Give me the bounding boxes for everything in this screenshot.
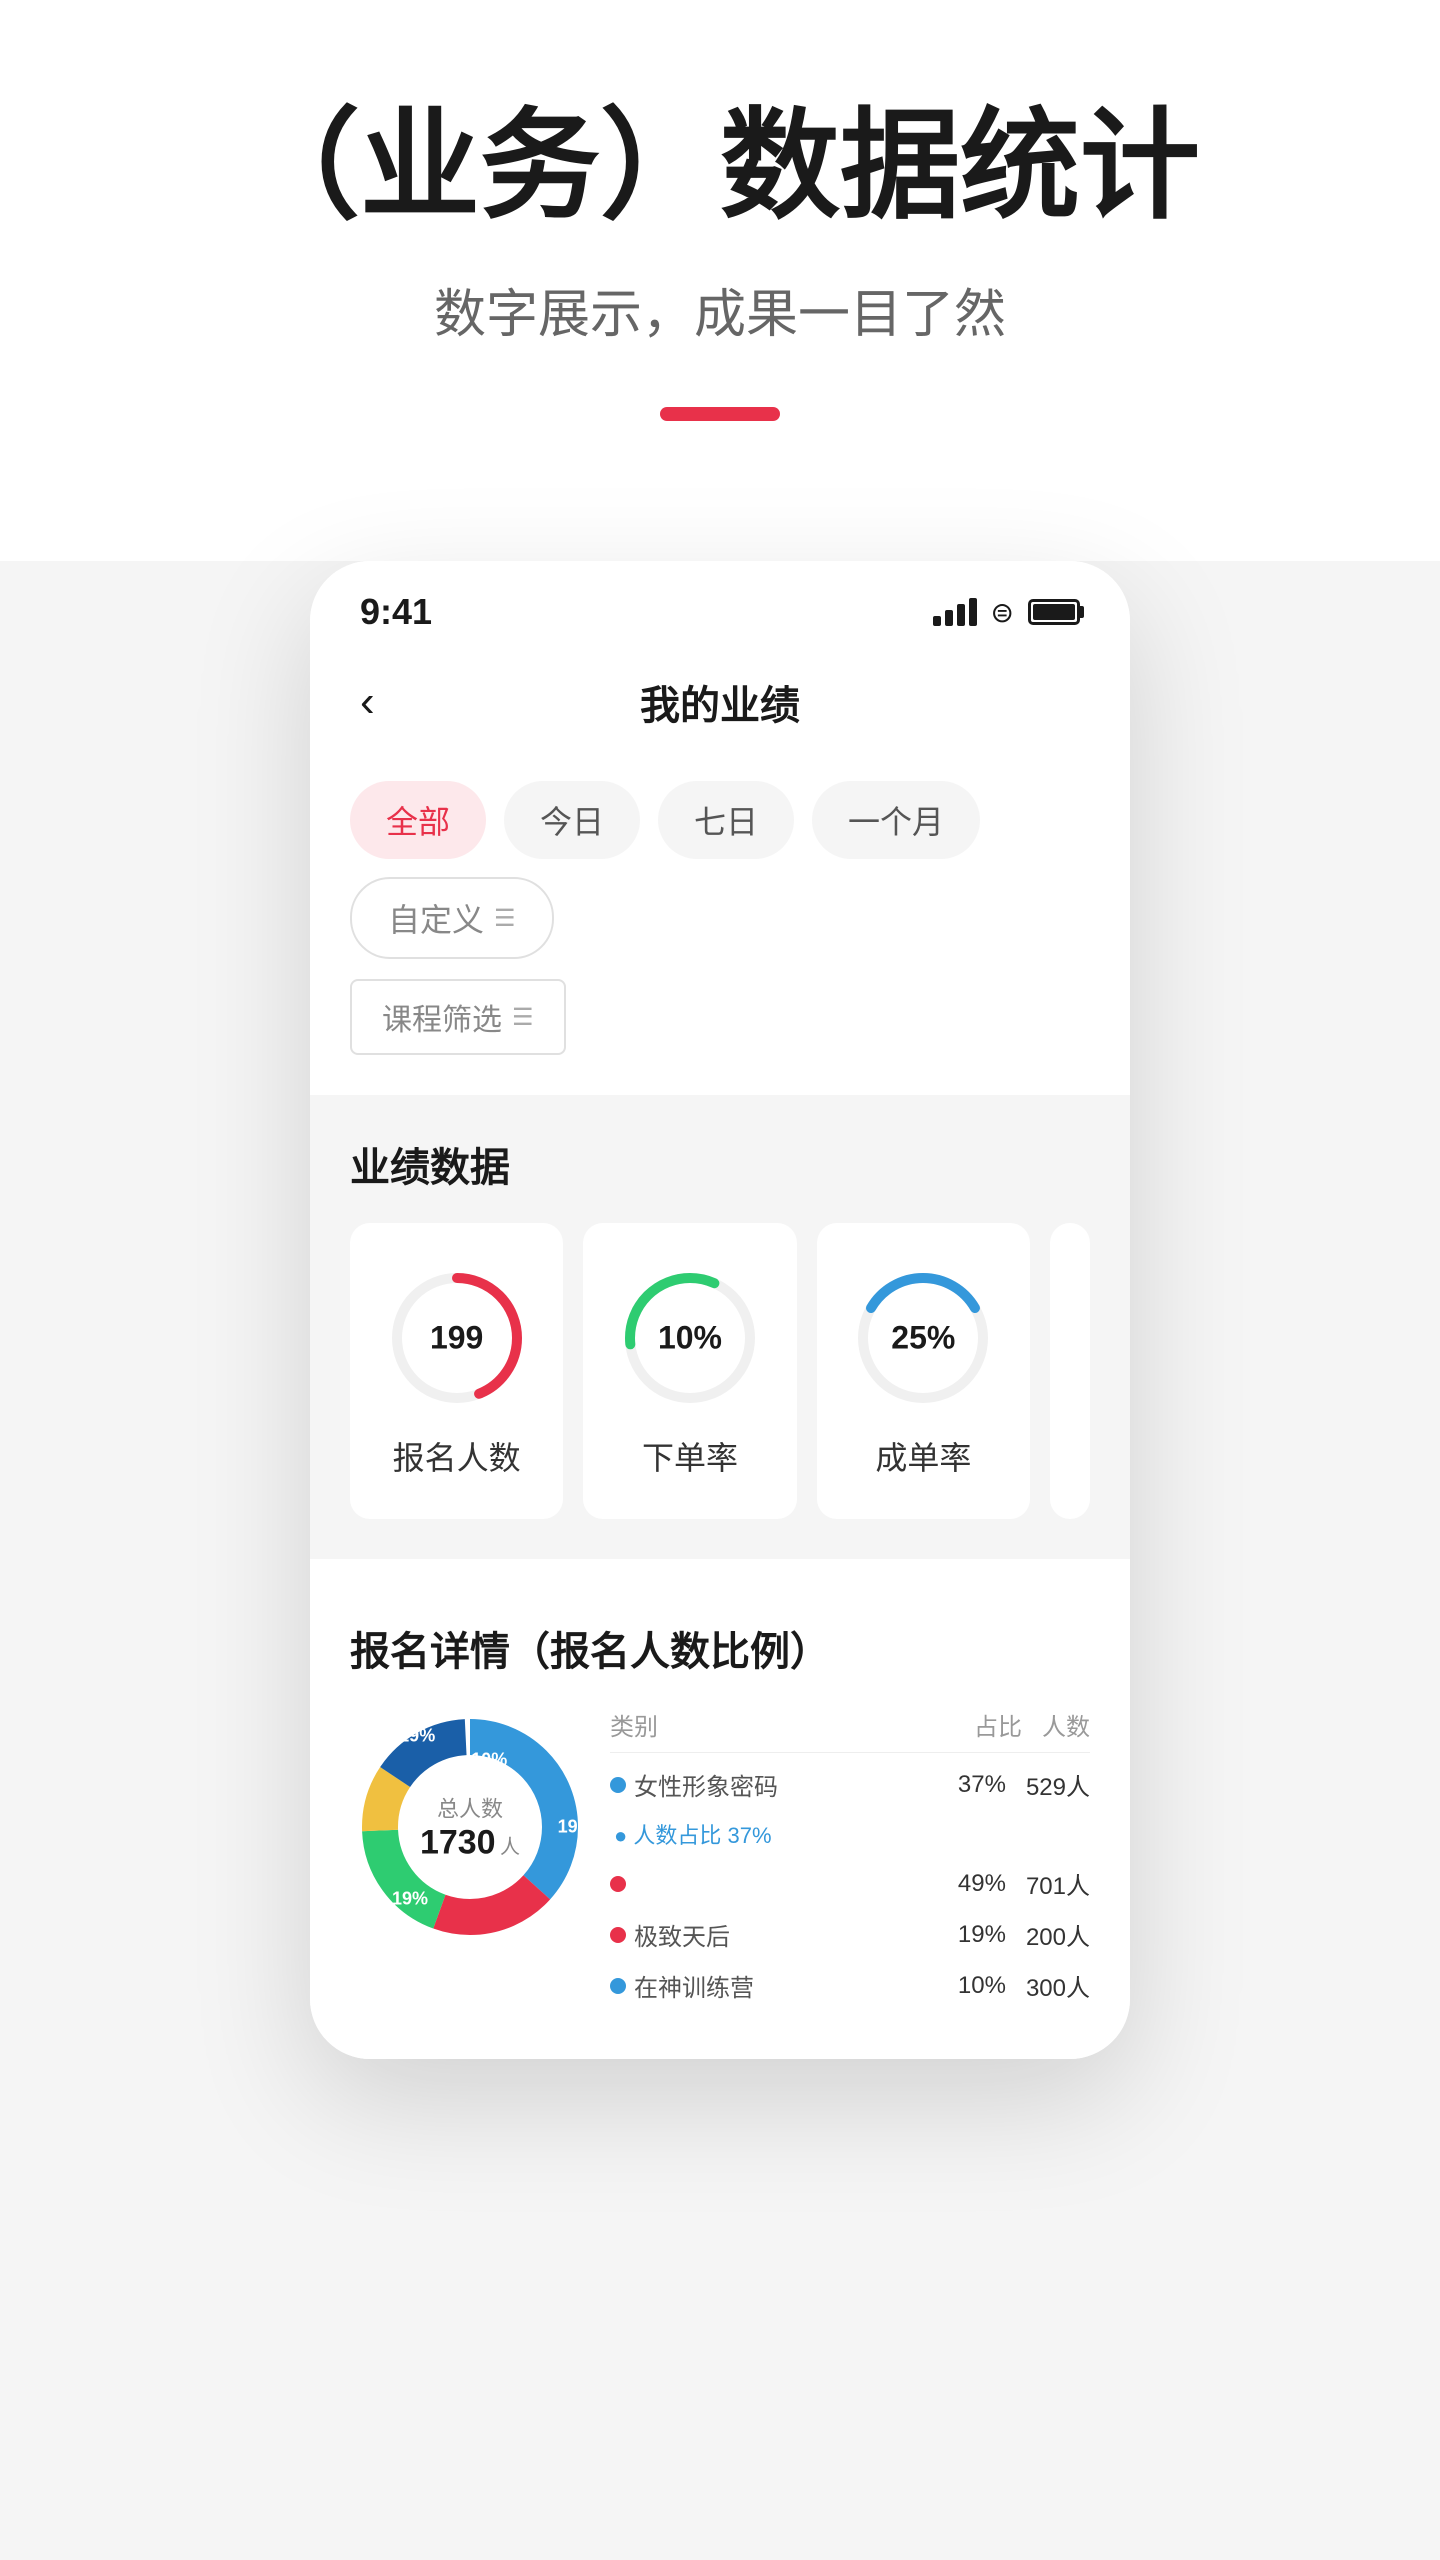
course-filter-icon: ☰ <box>512 1003 534 1032</box>
stat-value-order: 10% <box>658 1320 722 1357</box>
status-time: 9:41 <box>360 591 432 633</box>
filter-section: 全部 今日 七日 一个月 自定义 ☰ 课程筛选 ☰ <box>310 761 1130 1095</box>
legend-pct-2: 19% <box>958 1921 1006 1949</box>
legend-count-0: 529人 <box>1026 1767 1090 1802</box>
legend-col-name: 类别 <box>610 1707 954 1742</box>
legend-col-pct: 占比 <box>974 1707 1022 1742</box>
legend-text-3: 在神训练营 <box>634 1968 754 2003</box>
status-icons: ⊜ <box>933 596 1080 629</box>
stats-title: 业绩数据 <box>350 1135 1090 1193</box>
circle-signup: 199 <box>382 1263 532 1413</box>
stat-card-partial <box>1050 1223 1090 1519</box>
filter-all[interactable]: 全部 <box>350 781 486 859</box>
legend-dot-0 <box>610 1777 626 1793</box>
legend-count-2: 200人 <box>1026 1917 1090 1952</box>
stat-card-deal: 25% 成单率 <box>817 1223 1030 1519</box>
legend-count-3: 300人 <box>1026 1968 1090 2003</box>
legend-area: 类别 占比 人数 女性形象密码 37% 529人 ● 人数占比 37% <box>610 1707 1090 2019</box>
legend-dot-2 <box>610 1927 626 1943</box>
app-header: ‹ 我的业绩 <box>310 643 1130 761</box>
legend-note-0: ● 人数占比 37% <box>610 1818 1090 1850</box>
legend-name-0: 女性形象密码 <box>610 1767 938 1802</box>
course-filter-button[interactable]: 课程筛选 ☰ <box>350 979 566 1055</box>
filter-1month[interactable]: 一个月 <box>812 781 980 859</box>
stat-label-signup: 报名人数 <box>393 1433 521 1479</box>
time-filter-row: 全部 今日 七日 一个月 自定义 ☰ <box>350 781 1090 959</box>
legend-name-3: 在神训练营 <box>610 1968 938 2003</box>
stat-label-deal: 成单率 <box>875 1433 971 1479</box>
signal-icon <box>933 598 977 626</box>
page-title: （业务）数据统计 <box>80 100 1360 232</box>
indicator-bar <box>660 407 780 421</box>
legend-pct-0: 37% <box>958 1771 1006 1799</box>
legend-dot-3 <box>610 1978 626 1994</box>
filter-7days[interactable]: 七日 <box>658 781 794 859</box>
filter-today[interactable]: 今日 <box>504 781 640 859</box>
legend-header: 类别 占比 人数 <box>610 1707 1090 1753</box>
legend-name-1 <box>610 1876 938 1892</box>
back-button[interactable]: ‹ <box>360 677 375 727</box>
stats-section: 业绩数据 199 报名人数 <box>310 1095 1130 1559</box>
legend-text-2: 极致天后 <box>634 1917 730 1952</box>
stats-row: 199 报名人数 10% 下单率 <box>350 1223 1090 1519</box>
stat-value-deal: 25% <box>891 1320 955 1357</box>
stat-value-signup: 199 <box>430 1320 483 1357</box>
legend-text-0: 女性形象密码 <box>634 1767 778 1802</box>
page-subtitle: 数字展示，成果一目了然 <box>80 272 1360 347</box>
course-filter-row: 课程筛选 ☰ <box>350 979 1090 1055</box>
legend-item-2: 极致天后 19% 200人 <box>610 1917 1090 1952</box>
filter-custom[interactable]: 自定义 ☰ <box>350 877 554 959</box>
legend-count-1: 701人 <box>1026 1866 1090 1901</box>
detail-title: 报名详情（报名人数比例） <box>350 1619 1090 1677</box>
filter-custom-label: 自定义 <box>388 895 484 941</box>
stat-label-order: 下单率 <box>642 1433 738 1479</box>
stat-card-order: 10% 下单率 <box>583 1223 796 1519</box>
course-filter-label: 课程筛选 <box>382 995 502 1039</box>
donut-labels: 10% 19% 19% 19% <box>350 1707 590 1947</box>
filter-custom-icon: ☰ <box>494 904 516 933</box>
legend-name-2: 极致天后 <box>610 1917 938 1952</box>
circle-deal: 25% <box>848 1263 998 1413</box>
detail-chart-area: 总人数 1730 人 10% 19% 19% 19% 类别 占比 人数 <box>350 1707 1090 2019</box>
legend-pct-1: 49% <box>958 1870 1006 1898</box>
page-header: （业务）数据统计 数字展示，成果一目了然 <box>0 0 1440 561</box>
circle-order: 10% <box>615 1263 765 1413</box>
legend-item-1: 49% 701人 <box>610 1866 1090 1901</box>
app-title: 我的业绩 <box>640 673 800 731</box>
detail-section: 报名详情（报名人数比例） 总人数 1730 <box>310 1579 1130 2059</box>
legend-dot-1 <box>610 1876 626 1892</box>
wifi-icon: ⊜ <box>991 596 1014 629</box>
legend-col-count: 人数 <box>1042 1707 1090 1742</box>
phone-mockup: 9:41 ⊜ ‹ 我的业绩 全部 今日 七日 一个月 自定义 ☰ <box>310 561 1130 2059</box>
legend-item-0: 女性形象密码 37% 529人 <box>610 1767 1090 1802</box>
status-bar: 9:41 ⊜ <box>310 561 1130 643</box>
donut-chart: 总人数 1730 人 10% 19% 19% 19% <box>350 1707 590 1947</box>
legend-item-3: 在神训练营 10% 300人 <box>610 1968 1090 2003</box>
battery-icon <box>1028 599 1080 625</box>
stat-card-signup: 199 报名人数 <box>350 1223 563 1519</box>
legend-pct-3: 10% <box>958 1972 1006 2000</box>
